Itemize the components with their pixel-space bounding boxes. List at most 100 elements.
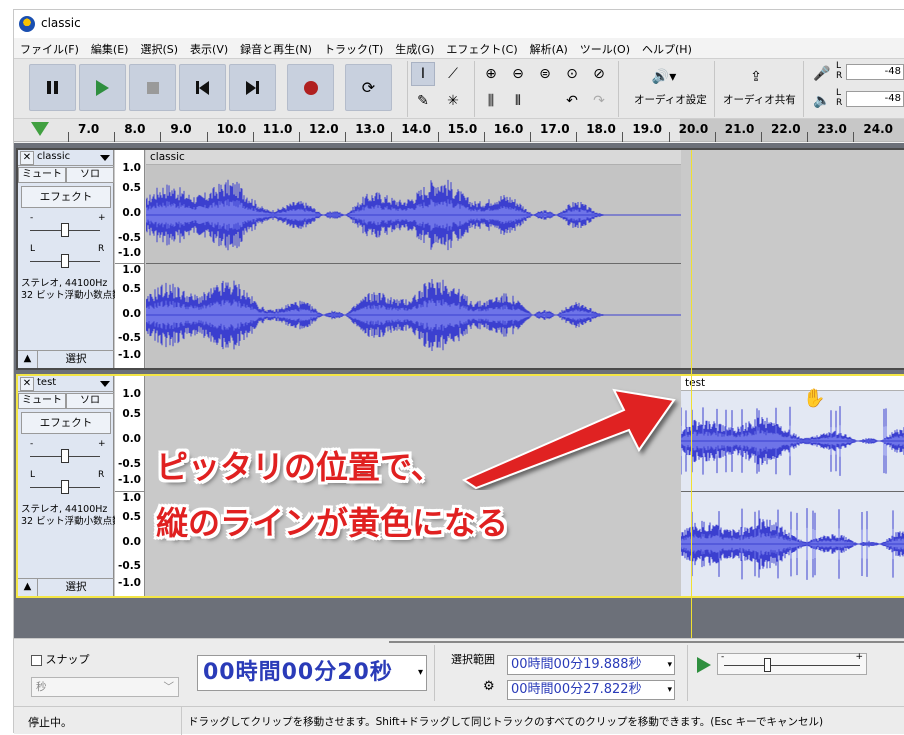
share-audio-icon[interactable]: ⇪ <box>744 65 768 89</box>
audio-clip-classic[interactable]: classic <box>146 150 681 368</box>
selection-start-value: 00時間00分19.888秒 <box>511 657 642 672</box>
checkbox-icon[interactable] <box>31 654 42 666</box>
scale-label: 0.0 <box>122 536 141 548</box>
title-bar: classic <box>14 10 904 38</box>
chevron-down-icon: ▾ <box>417 667 424 678</box>
waveform-right-channel <box>681 508 904 580</box>
close-track-icon[interactable]: ✕ <box>20 377 34 391</box>
close-track-icon[interactable]: ✕ <box>20 151 34 165</box>
waveform-left-channel <box>146 179 681 251</box>
ruler-tick-label: 24.0 <box>863 122 893 136</box>
effects-button[interactable]: エフェクト <box>21 186 111 208</box>
undo-icon[interactable]: ↶ <box>560 89 584 113</box>
timeline-ruler[interactable]: 7.0 8.0 9.0 10.0 11.0 12.0 13.0 14.0 15.0 16.0 17.… <box>14 118 904 142</box>
play-speed-slider[interactable]: - + <box>717 652 867 675</box>
vertical-scale[interactable]: 1.0 0.5 0.0 -0.5 -1.0 1.0 0.5 0.0 -0.5 -… <box>115 376 145 596</box>
scale-label: -1.0 <box>118 577 141 589</box>
fit-selection-icon[interactable]: ⊜ <box>533 62 557 86</box>
track-bit-depth-info: 32 ビット浮動小数点数 <box>21 516 122 527</box>
multi-tool-icon[interactable]: ✳ <box>441 89 465 113</box>
redo-icon[interactable]: ↷ <box>587 89 611 113</box>
track-select-button[interactable]: 選択 <box>38 579 114 596</box>
fit-project-icon[interactable]: ⊙ <box>560 62 584 86</box>
status-state: 停止中。 <box>28 716 72 729</box>
ruler-tick-label: 7.0 <box>78 122 100 136</box>
pan-slider[interactable] <box>61 480 69 494</box>
silence-selection-icon[interactable]: ⫴ <box>506 89 530 113</box>
collapse-icon[interactable]: ▲ <box>18 351 38 368</box>
play-head-icon[interactable] <box>31 122 49 136</box>
collapse-icon[interactable]: ▲ <box>18 579 38 596</box>
menu-tools[interactable]: ツール(O) <box>574 38 636 58</box>
toolbar-separator <box>474 61 475 117</box>
scale-label: -0.5 <box>118 458 141 470</box>
chevron-down-icon <box>100 155 110 161</box>
trim-outside-icon[interactable]: ⫼ <box>479 89 503 113</box>
skip-to-end-button[interactable] <box>229 64 276 111</box>
audio-clip-test[interactable]: test ✋ <box>681 376 904 596</box>
scale-label: 1.0 <box>122 492 141 504</box>
menu-select[interactable]: 選択(S) <box>134 38 184 58</box>
effects-button[interactable]: エフェクト <box>21 412 111 434</box>
track-select-row: ▲ 選択 <box>18 578 114 596</box>
gain-slider[interactable] <box>61 223 69 237</box>
mute-button[interactable]: ミュート <box>18 167 66 183</box>
pan-right-label: R <box>98 470 105 480</box>
toolbar: ⟳ I ⟋ ✎ ✳ ⊕ ⊖ ⊜ ⊙ ⊘ ⫼ ⫴ ↶ ↷ 🔊▾ オーディオ設定 ⇪… <box>14 58 904 118</box>
loop-button[interactable]: ⟳ <box>345 64 392 111</box>
speed-slider-knob[interactable] <box>764 658 771 672</box>
menu-tracks[interactable]: トラック(T) <box>318 38 389 58</box>
clip-header[interactable]: classic <box>146 150 681 165</box>
menu-view[interactable]: 表示(V) <box>184 38 234 58</box>
audio-position-display[interactable]: 00時間00分20秒 ▾ <box>197 655 427 691</box>
vertical-scale[interactable]: 1.0 0.5 0.0 -0.5 -1.0 1.0 0.5 0.0 -0.5 -… <box>115 150 145 368</box>
gain-slider[interactable] <box>61 449 69 463</box>
zoom-out-icon[interactable]: ⊖ <box>506 62 530 86</box>
audio-setup-icon[interactable]: 🔊▾ <box>644 65 684 89</box>
play-icon <box>96 79 109 96</box>
track-select-button[interactable]: 選択 <box>38 351 114 368</box>
solo-button[interactable]: ソロ <box>66 393 114 409</box>
menu-edit[interactable]: 編集(E) <box>85 38 135 58</box>
audio-setup-label[interactable]: オーディオ設定 <box>634 92 707 107</box>
track-name-menu[interactable]: ✕ classic <box>18 150 114 166</box>
playback-meter[interactable]: -48 <box>846 91 904 107</box>
record-meter[interactable]: -48 <box>846 64 904 80</box>
settings-gear-icon[interactable]: ⚙ <box>483 679 495 694</box>
menu-effect[interactable]: エフェクト(C) <box>440 38 523 58</box>
play-button[interactable] <box>79 64 126 111</box>
zoom-toggle-icon[interactable]: ⊘ <box>587 62 611 86</box>
share-audio-label[interactable]: オーディオ共有 <box>723 92 796 107</box>
selection-start-field[interactable]: 00時間00分19.888秒 ▾ <box>507 655 675 675</box>
ruler-tick-label: 18.0 <box>586 122 616 136</box>
microphone-icon[interactable]: 🎤 <box>810 62 834 86</box>
empty-track-area[interactable] <box>681 150 904 368</box>
record-icon <box>303 80 318 95</box>
play-at-speed-icon[interactable] <box>697 657 711 673</box>
skip-to-start-button[interactable] <box>179 64 226 111</box>
horizontal-scrollbar[interactable] <box>389 641 904 643</box>
draw-tool-icon[interactable]: ✎ <box>411 89 435 113</box>
stop-button[interactable] <box>129 64 176 111</box>
menu-generate[interactable]: 生成(G) <box>389 38 440 58</box>
menu-file[interactable]: ファイル(F) <box>14 38 85 58</box>
callout-text-line1: ピッタリの位置で、 <box>156 448 443 486</box>
solo-button[interactable]: ソロ <box>66 167 114 183</box>
chevron-down-icon <box>100 381 110 387</box>
snap-checkbox[interactable]: スナップ <box>31 651 90 667</box>
envelope-tool-icon[interactable]: ⟋ <box>441 62 465 86</box>
pan-slider[interactable] <box>61 254 69 268</box>
snap-unit-select[interactable]: 秒 ﹀ <box>31 677 179 697</box>
mute-button[interactable]: ミュート <box>18 393 66 409</box>
clip-header[interactable]: test <box>681 376 904 391</box>
track-name-menu[interactable]: ✕ test <box>18 376 114 392</box>
zoom-in-icon[interactable]: ⊕ <box>479 62 503 86</box>
selection-tool-icon[interactable]: I <box>411 62 435 86</box>
pause-button[interactable] <box>29 64 76 111</box>
selection-end-field[interactable]: 00時間00分27.822秒 ▾ <box>507 680 675 700</box>
menu-help[interactable]: ヘルプ(H) <box>636 38 698 58</box>
menu-analyze[interactable]: 解析(A) <box>524 38 574 58</box>
menu-transport[interactable]: 録音と再生(N) <box>234 38 318 58</box>
record-button[interactable] <box>287 64 334 111</box>
speaker-icon[interactable]: 🔈 <box>810 89 834 113</box>
